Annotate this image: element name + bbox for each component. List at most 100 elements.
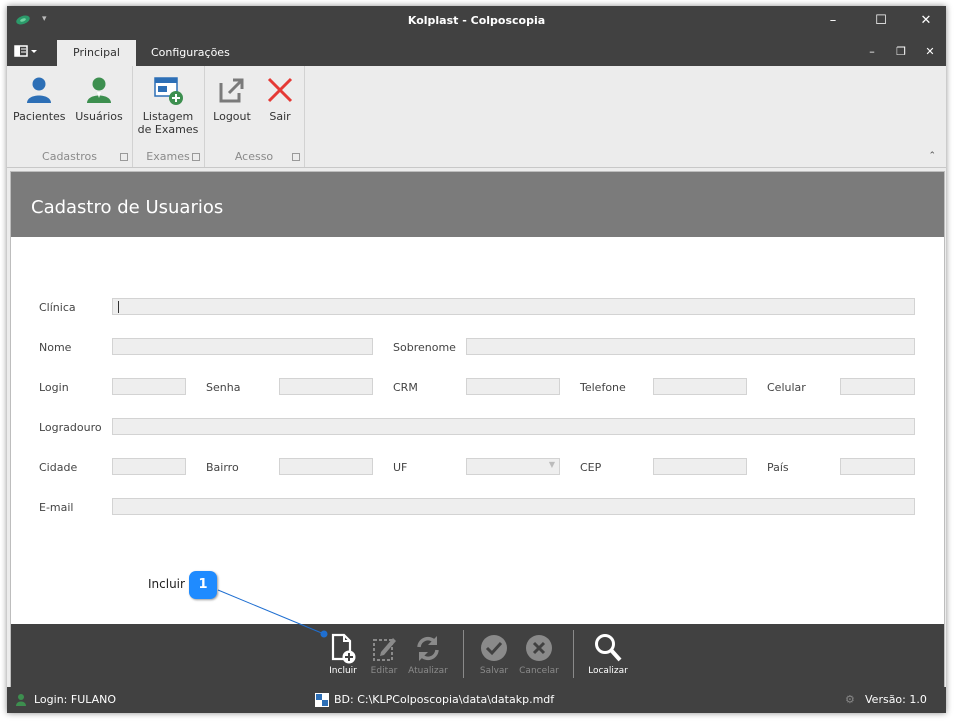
nome-field[interactable] (112, 338, 373, 355)
collapse-ribbon-icon[interactable]: ⌃ (928, 151, 936, 161)
celular-field[interactable] (840, 378, 915, 395)
status-database: BD: C:\KLPColposcopia\data\datakp.mdf (334, 693, 555, 706)
clinica-label: Clínica (39, 301, 76, 314)
logout-button[interactable]: Logout (208, 70, 256, 123)
pacientes-label: Pacientes (13, 110, 66, 123)
app-window: ▾ Kolplast - Colposcopia – ☐ ✕ Principal… (7, 6, 946, 713)
app-menu-icon (14, 45, 37, 57)
pais-label: País (767, 461, 789, 474)
localizar-button[interactable]: Localizar (586, 630, 630, 676)
ribbon-tabs: Principal Configurações – ❐ ✕ (7, 36, 946, 66)
window-title: Kolplast - Colposcopia (407, 14, 546, 27)
action-toolbar: Incluir Editar Atualizar Salvar Cancelar… (11, 624, 944, 687)
gear-icon: ⚙ (845, 693, 855, 706)
tab-configuracoes[interactable]: Configurações (135, 40, 246, 66)
bairro-field[interactable] (279, 458, 373, 475)
callout-badge: 1 (189, 571, 217, 599)
bairro-label: Bairro (206, 461, 239, 474)
crm-label: CRM (393, 381, 418, 394)
status-version: Versão: 1.0 (865, 693, 927, 706)
toolbar-divider (463, 630, 464, 678)
logradouro-label: Logradouro (39, 421, 102, 434)
form-header: Cadastro de Usuarios (11, 172, 944, 237)
toolbar-divider (573, 630, 574, 678)
group-exames: Listagem de Exames Exames (132, 66, 205, 167)
logout-icon (219, 78, 244, 103)
salvar-label: Salvar (479, 666, 509, 676)
group-launcher-icon[interactable] (292, 153, 300, 161)
list-add-icon (154, 77, 183, 105)
pais-field[interactable] (840, 458, 915, 475)
telefone-label: Telefone (580, 381, 626, 394)
group-label-acesso: Acesso (234, 150, 274, 163)
usuarios-button[interactable]: Usuários (73, 70, 125, 123)
logout-label: Logout (213, 110, 251, 123)
editar-button[interactable]: Editar (366, 630, 402, 676)
sobrenome-field[interactable] (466, 338, 915, 355)
senha-field[interactable] (279, 378, 373, 395)
close-button[interactable]: ✕ (912, 11, 940, 31)
crm-field[interactable] (466, 378, 560, 395)
main-content: Cadastro de Usuarios Clínica Nome Sobren… (10, 171, 945, 688)
check-circle-icon (481, 635, 507, 661)
uf-label: UF (393, 461, 408, 474)
text-caret (118, 301, 119, 313)
pacientes-button[interactable]: Pacientes (13, 70, 66, 123)
ribbon: Pacientes Usuários Cadastros Listagem de… (7, 66, 946, 168)
user-icon (27, 77, 51, 103)
minimize-button[interactable]: – (819, 11, 847, 31)
status-login: Login: FULANO (34, 693, 117, 706)
title-bar: ▾ Kolplast - Colposcopia – ☐ ✕ (7, 6, 946, 36)
refresh-icon (417, 636, 439, 661)
maximize-button[interactable]: ☐ (867, 11, 895, 31)
listagem-exames-button[interactable]: Listagem de Exames (136, 70, 200, 136)
localizar-label: Localizar (588, 666, 628, 676)
login-field[interactable] (112, 378, 186, 395)
cancel-circle-icon (526, 635, 552, 661)
incluir-label: Incluir (329, 666, 357, 676)
group-label-cadastros: Cadastros (42, 150, 97, 163)
sair-button[interactable]: Sair (260, 70, 300, 123)
edit-icon (373, 638, 396, 661)
senha-label: Senha (206, 381, 241, 394)
group-launcher-icon[interactable] (192, 153, 200, 161)
cancelar-label: Cancelar (519, 666, 559, 676)
tab-principal[interactable]: Principal (57, 40, 136, 66)
mdi-close-button[interactable]: ✕ (920, 44, 940, 60)
group-cadastros: Pacientes Usuários Cadastros (7, 66, 133, 167)
status-bar: Login: FULANO BD: C:\KLPColposcopia\data… (7, 687, 946, 713)
callout-label: Incluir (148, 577, 185, 591)
page-title: Cadastro de Usuarios (31, 197, 224, 218)
sair-label: Sair (269, 110, 291, 123)
cep-field[interactable] (653, 458, 747, 475)
atualizar-label: Atualizar (408, 666, 448, 676)
mdi-restore-button[interactable]: ❐ (891, 44, 911, 60)
telefone-field[interactable] (653, 378, 747, 395)
group-launcher-icon[interactable] (120, 153, 128, 161)
search-icon (595, 634, 622, 662)
celular-label: Celular (767, 381, 806, 394)
cidade-field[interactable] (112, 458, 186, 475)
cidade-label: Cidade (39, 461, 78, 474)
cancelar-button[interactable]: Cancelar (517, 630, 561, 676)
atualizar-button[interactable]: Atualizar (406, 630, 450, 676)
email-field[interactable] (112, 498, 915, 515)
logradouro-field[interactable] (112, 418, 915, 435)
app-menu-button[interactable] (12, 43, 46, 61)
database-icon (315, 693, 329, 707)
salvar-button[interactable]: Salvar (476, 630, 512, 676)
close-red-icon (267, 77, 293, 103)
mdi-minimize-button[interactable]: – (862, 44, 882, 60)
login-label: Login (39, 381, 69, 394)
email-label: E-mail (39, 501, 74, 514)
incluir-button[interactable]: Incluir (323, 630, 363, 676)
editar-label: Editar (370, 666, 398, 676)
cep-label: CEP (580, 461, 602, 474)
chevron-down-icon: ▼ (548, 460, 555, 469)
uf-select[interactable]: ▼ (466, 458, 560, 475)
sobrenome-label: Sobrenome (393, 341, 456, 354)
clinica-field[interactable] (112, 298, 915, 315)
user-green-icon (87, 77, 111, 103)
user-status-icon (16, 694, 26, 706)
listagem-exames-label: Listagem de Exames (137, 110, 199, 136)
